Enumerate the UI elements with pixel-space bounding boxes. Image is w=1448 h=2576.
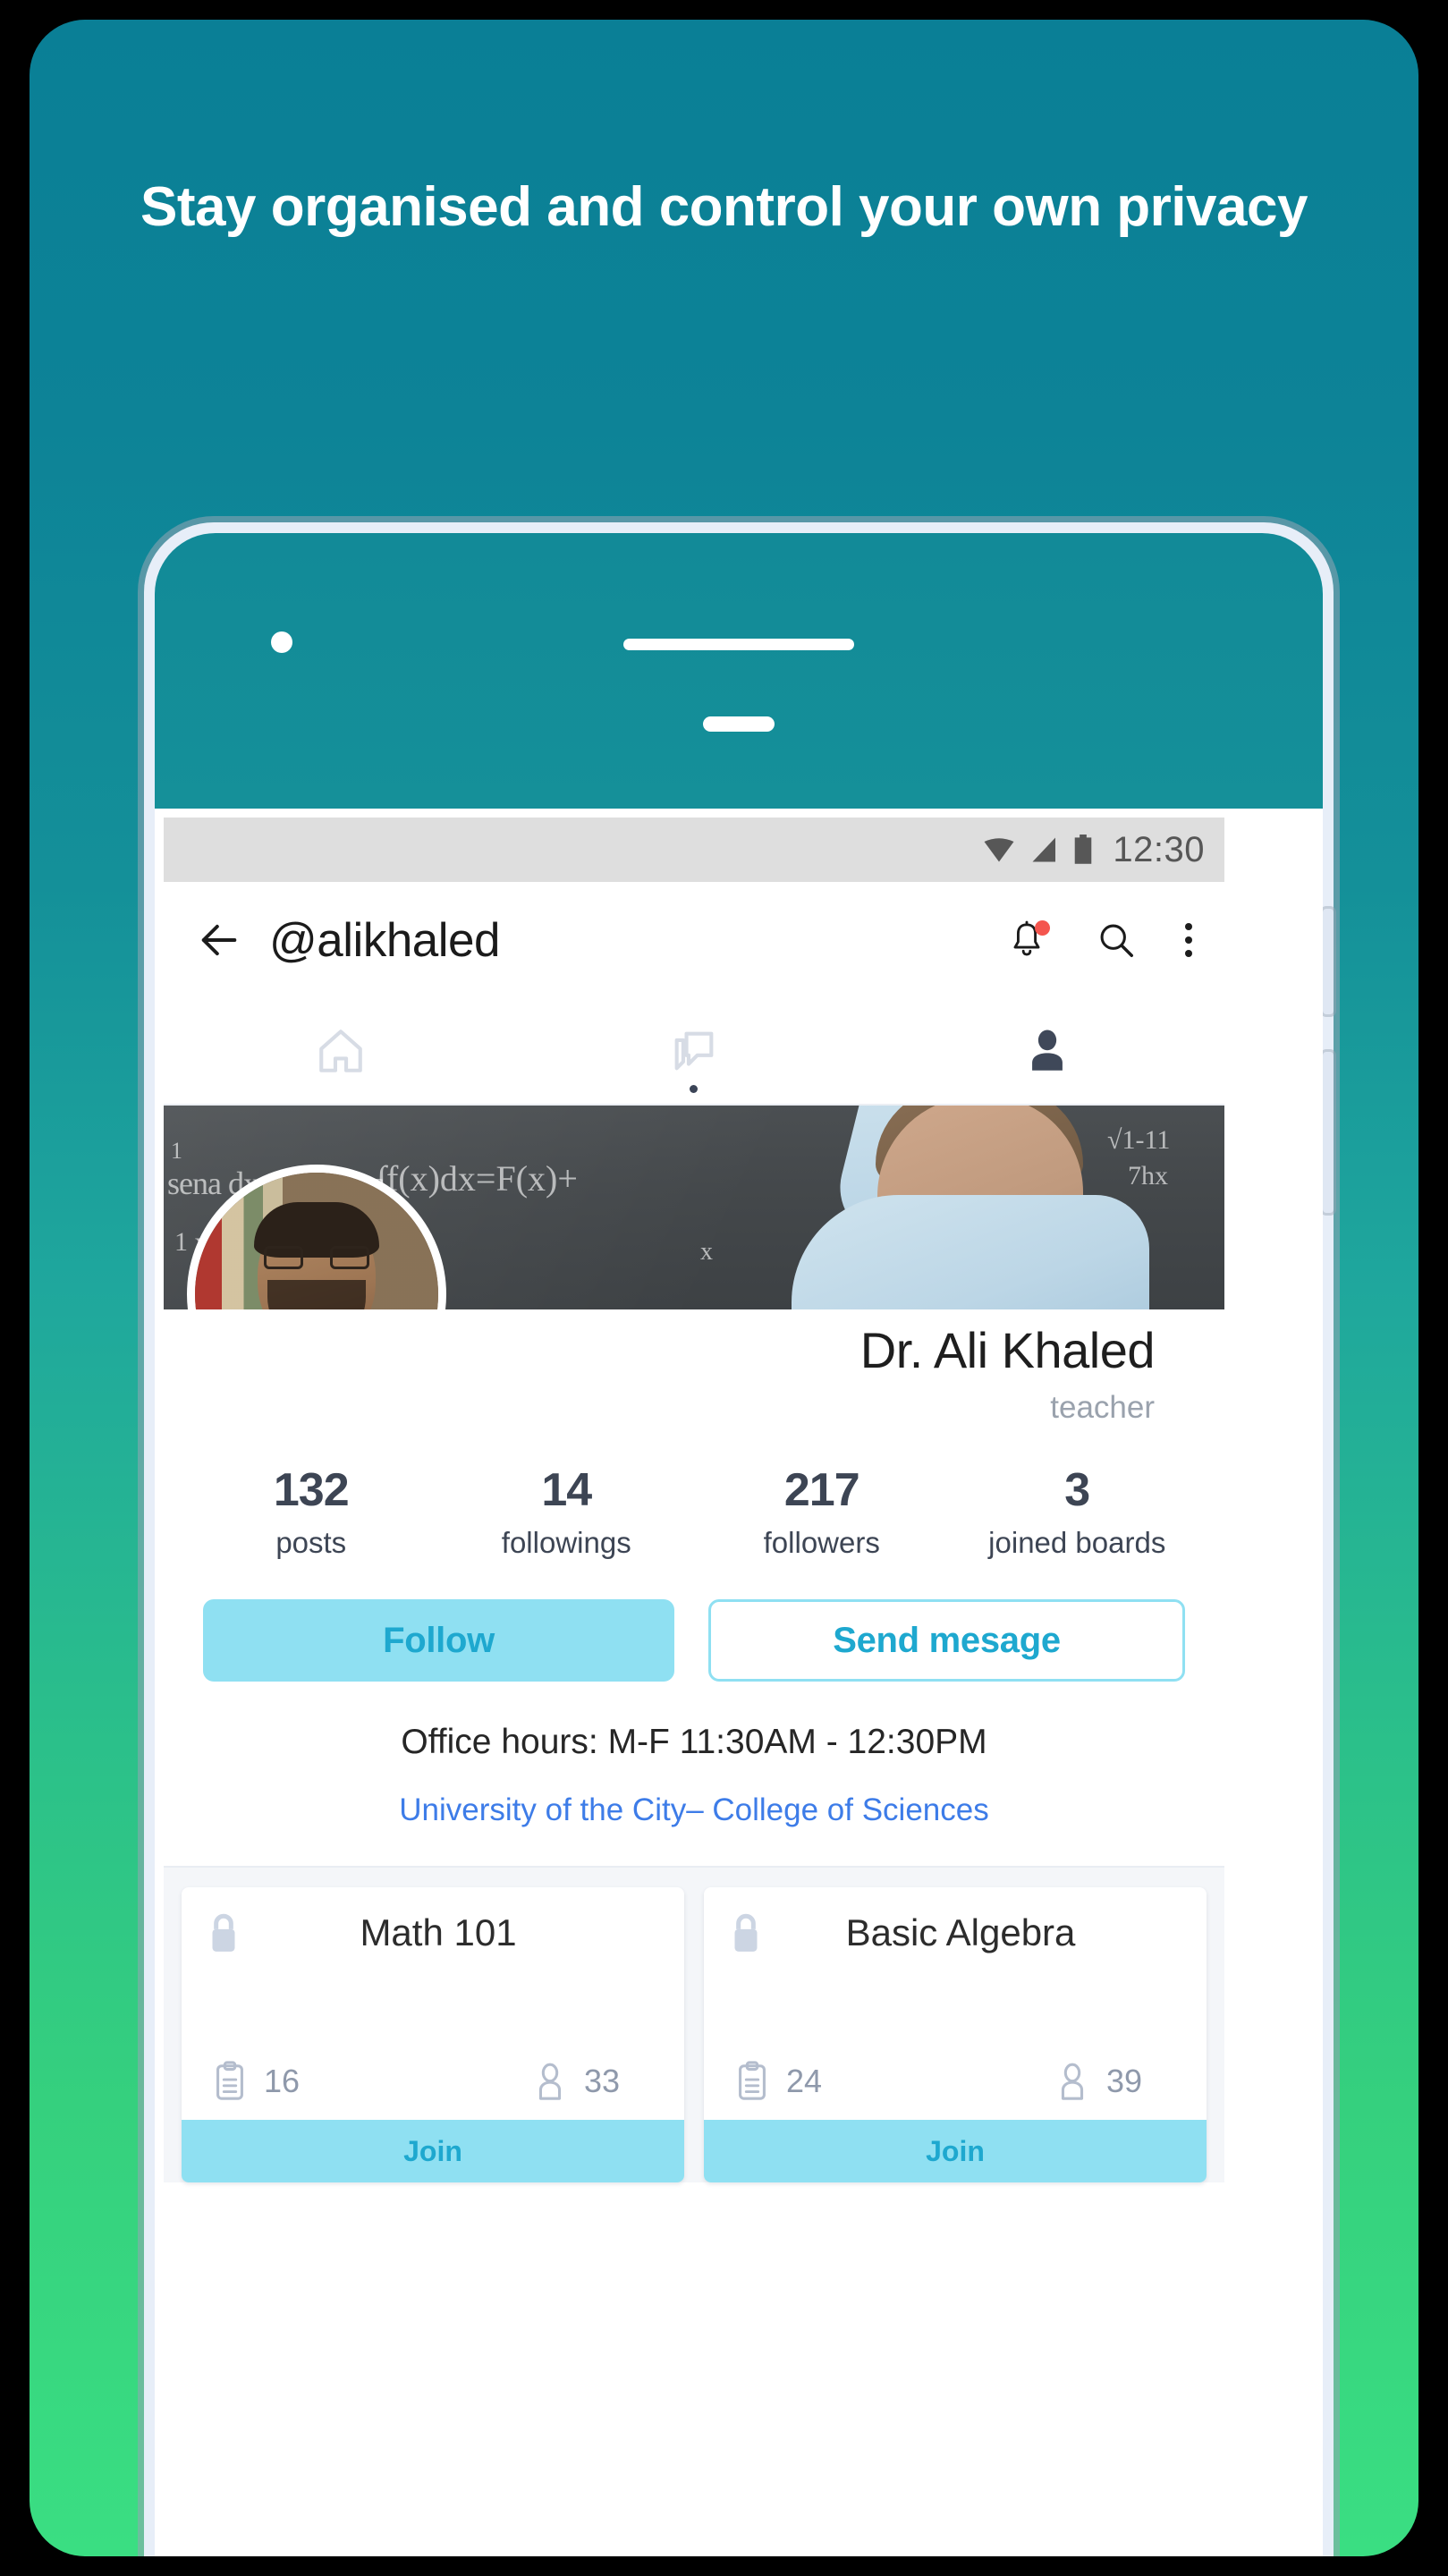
lock-icon bbox=[734, 1914, 758, 1953]
board-members: 39 bbox=[1054, 2061, 1176, 2102]
tab-home[interactable] bbox=[164, 998, 517, 1104]
cover-teacher-figure bbox=[768, 1106, 1189, 1309]
board-posts-count: 24 bbox=[786, 2063, 823, 2100]
stat-value: 3 bbox=[1064, 1464, 1090, 1517]
profile-role: teacher bbox=[1050, 1390, 1155, 1426]
avatar-beard bbox=[267, 1279, 366, 1309]
phone-top-area bbox=[155, 533, 1323, 809]
dot bbox=[1185, 923, 1192, 930]
board-meta: 16 33 bbox=[182, 2061, 684, 2120]
office-hours: Office hours: M-F 11:30AM - 12:30PM bbox=[401, 1723, 987, 1762]
person-icon bbox=[1032, 1030, 1063, 1071]
board-posts-count: 16 bbox=[264, 2063, 301, 2100]
board-join-button[interactable]: Join bbox=[704, 2120, 1207, 2183]
promo-headline: Stay organised and control your own priv… bbox=[140, 176, 1308, 238]
home-icon bbox=[318, 1030, 362, 1072]
battery-icon bbox=[1075, 835, 1092, 864]
notifications-button[interactable] bbox=[1006, 919, 1050, 961]
profile-avatar[interactable] bbox=[187, 1165, 446, 1309]
stat-posts[interactable]: 132 posts bbox=[183, 1463, 439, 1560]
follow-button[interactable]: Follow bbox=[203, 1599, 674, 1682]
app-bar: @alikhaled bbox=[164, 882, 1224, 998]
status-bar: 12:30 bbox=[164, 818, 1224, 882]
board-header: Math 101 bbox=[182, 1887, 684, 1955]
stat-value: 132 bbox=[273, 1464, 350, 1517]
person-outline-icon bbox=[538, 2063, 562, 2101]
tab-messages[interactable] bbox=[517, 998, 870, 1104]
stat-followers[interactable]: 217 followers bbox=[694, 1463, 950, 1560]
chalk-text: 1 bbox=[171, 1138, 182, 1164]
app-bar-actions bbox=[1006, 919, 1192, 961]
person-outline-icon bbox=[1061, 2063, 1084, 2101]
phone-side-button-power bbox=[1323, 1052, 1334, 1213]
tab-bar bbox=[164, 998, 1224, 1106]
sensor-pill bbox=[703, 716, 775, 732]
tab-profile[interactable] bbox=[871, 998, 1224, 1104]
dot bbox=[1185, 936, 1192, 944]
cover-photo: 1 sena dx·a·b·|tg +c ∫f(x)dx=F(x)+ √1-11… bbox=[164, 1106, 1224, 1309]
back-arrow-icon[interactable] bbox=[196, 917, 242, 963]
stat-label: followings bbox=[501, 1526, 631, 1560]
profile-identity: Dr. Ali Khaled teacher bbox=[164, 1309, 1224, 1426]
lock-icon bbox=[212, 1914, 235, 1953]
send-message-button[interactable]: Send mesage bbox=[708, 1599, 1185, 1682]
profile-stats: 132 posts 14 followings 217 followers 3 … bbox=[164, 1463, 1224, 1560]
tab-messages-indicator bbox=[690, 1085, 699, 1093]
board-card[interactable]: Basic Algebra 24 39 Join bbox=[704, 1887, 1207, 2183]
wifi-icon bbox=[984, 838, 1014, 862]
signal-icon bbox=[1032, 837, 1056, 862]
promo-card: Stay organised and control your own priv… bbox=[30, 20, 1418, 2556]
board-title: Math 101 bbox=[360, 1911, 517, 1954]
affiliation-link[interactable]: University of the City– College of Scien… bbox=[164, 1792, 1224, 1828]
clipboard-icon bbox=[216, 2061, 243, 2101]
avatar-glasses bbox=[264, 1245, 369, 1269]
more-vertical-icon[interactable] bbox=[1185, 923, 1192, 957]
chat-icon bbox=[674, 1031, 714, 1071]
phone-device: 12:30 @alikhaled 1 sena ∫f(x)dx=F(x)+ √1… bbox=[144, 522, 1334, 2556]
stat-label: followers bbox=[763, 1526, 880, 1560]
front-camera-icon bbox=[271, 631, 292, 653]
joined-boards-list: Math 101 16 33 Join Basic Algebra 24 39 … bbox=[164, 1866, 1224, 2183]
board-members: 33 bbox=[532, 2061, 654, 2102]
app-bar-title: @alikhaled bbox=[269, 913, 501, 967]
stat-value: 14 bbox=[541, 1464, 592, 1517]
glasses-lens-left bbox=[264, 1245, 303, 1269]
phone-screen: 12:30 @alikhaled 1 sena ∫f(x)dx=F(x)+ √1… bbox=[164, 818, 1224, 2556]
profile-actions: Follow Send mesage bbox=[164, 1560, 1224, 1682]
search-icon[interactable] bbox=[1096, 919, 1137, 961]
board-title: Basic Algebra bbox=[845, 1911, 1076, 1954]
profile-name: Dr. Ali Khaled bbox=[859, 1322, 1156, 1378]
stat-value: 217 bbox=[783, 1464, 860, 1517]
board-header: Basic Algebra bbox=[704, 1887, 1207, 1955]
board-posts: 24 bbox=[734, 2061, 822, 2102]
stat-label: joined boards bbox=[988, 1526, 1166, 1560]
dot bbox=[1185, 950, 1192, 957]
glasses-lens-right bbox=[330, 1245, 369, 1269]
earpiece-speaker bbox=[623, 639, 854, 650]
stat-followings[interactable]: 14 followings bbox=[439, 1463, 695, 1560]
board-members-count: 33 bbox=[583, 2063, 620, 2100]
stat-label: posts bbox=[275, 1526, 347, 1560]
notification-badge bbox=[1035, 920, 1050, 936]
status-bar-clock: 12:30 bbox=[1113, 829, 1205, 869]
stat-joined-boards[interactable]: 3 joined boards bbox=[950, 1463, 1206, 1560]
phone-side-button-volume bbox=[1323, 909, 1334, 1014]
board-card[interactable]: Math 101 16 33 Join bbox=[182, 1887, 684, 2183]
board-meta: 24 39 bbox=[704, 2061, 1207, 2120]
board-posts: 16 bbox=[212, 2061, 300, 2102]
teacher-shirt bbox=[792, 1195, 1149, 1309]
phone-bezel: 12:30 @alikhaled 1 sena ∫f(x)dx=F(x)+ √1… bbox=[155, 533, 1323, 2556]
board-join-button[interactable]: Join bbox=[182, 2120, 684, 2183]
board-members-count: 39 bbox=[1105, 2063, 1142, 2100]
clipboard-icon bbox=[739, 2061, 766, 2101]
chalk-text: x bbox=[700, 1238, 713, 1266]
